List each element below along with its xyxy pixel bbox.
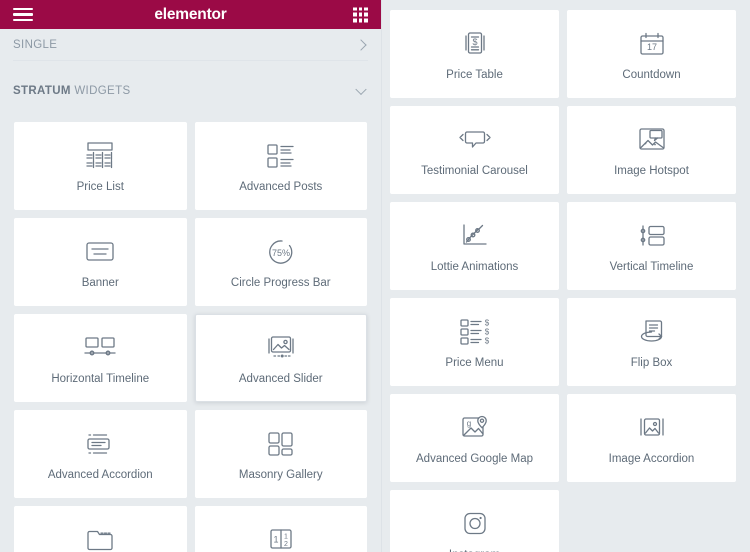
left-widget-grid: Price List Advanced Posts Banner 75% Circ… <box>0 120 381 552</box>
widget-card-image-accordion[interactable]: Image Accordion <box>567 394 736 482</box>
widget-card-advanced-google-map[interactable]: g Advanced Google Map <box>390 394 559 482</box>
widget-grid-empty-cell <box>567 490 736 552</box>
widget-card-price-table[interactable]: $ Price Table <box>390 10 559 98</box>
vertical-timeline-icon <box>636 217 668 255</box>
svg-text:2: 2 <box>284 541 288 548</box>
widget-card-label: Image Hotspot <box>614 165 689 178</box>
widget-card-advanced-slider[interactable]: Advanced Slider <box>194 314 367 402</box>
widget-card-label: Circle Progress Bar <box>230 277 331 290</box>
widget-card-instagram[interactable]: Instagram <box>390 490 559 552</box>
horizontal-timeline-icon <box>83 329 117 367</box>
widget-card-label: Banner <box>81 277 119 290</box>
masonry-gallery-icon <box>266 425 296 463</box>
counter-icon: 1 1 2 <box>266 521 296 552</box>
advanced-accordion-icon <box>84 425 116 463</box>
svg-text:$: $ <box>484 328 489 337</box>
advanced-posts-icon <box>265 137 297 175</box>
left-panel: elementor SINGLE STRATUM WIDGETS Price L… <box>0 0 381 552</box>
widget-card-label: Countdown <box>622 69 681 82</box>
widget-card-banner[interactable]: Banner <box>14 218 187 306</box>
widget-card-label: Advanced Slider <box>238 373 323 386</box>
widget-card-label: Testimonial Carousel <box>421 165 528 178</box>
countdown-icon: 17 <box>637 25 667 63</box>
widget-card-label: Price List <box>76 181 124 194</box>
svg-text:g: g <box>466 419 470 428</box>
widget-card-testimonial-carousel[interactable]: Testimonial Carousel <box>390 106 559 194</box>
lottie-icon <box>459 217 491 255</box>
sidebar-section-stratum[interactable]: STRATUM WIDGETS <box>0 75 381 106</box>
svg-text:$: $ <box>472 37 477 47</box>
sidebar-section-single-label: SINGLE <box>13 38 58 51</box>
app-topbar: elementor <box>0 0 381 29</box>
widget-card-label: Advanced Google Map <box>416 453 533 466</box>
widget-card-horizontal-timeline[interactable]: Horizontal Timeline <box>14 314 187 402</box>
widget-card-countdown[interactable]: 17 Countdown <box>567 10 736 98</box>
sidebar-section-stratum-bold: STRATUM <box>13 84 71 97</box>
widget-card-advanced-posts[interactable]: Advanced Posts <box>194 122 367 210</box>
chevron-down-icon <box>355 83 367 95</box>
svg-text:75%: 75% <box>272 248 290 258</box>
banner-icon <box>84 233 116 271</box>
widget-card-image-hotspot[interactable]: Image Hotspot <box>567 106 736 194</box>
widget-card-circle-progress-bar[interactable]: 75% Circle Progress Bar <box>194 218 367 306</box>
svg-text:17: 17 <box>646 42 656 52</box>
widget-card-price-menu[interactable]: $ $ $ Price Menu <box>390 298 559 386</box>
chevron-right-icon <box>355 38 367 51</box>
widget-card-counter[interactable]: 1 1 2Counter <box>194 506 367 552</box>
circle-progress-icon: 75% <box>264 233 298 271</box>
widget-card-advanced-tabs[interactable]: Advanced Tabs <box>14 506 187 552</box>
hamburger-icon[interactable] <box>13 7 33 22</box>
widget-card-label: Masonry Gallery <box>238 469 323 482</box>
svg-text:1: 1 <box>273 535 278 545</box>
widget-card-masonry-gallery[interactable]: Masonry Gallery <box>194 410 367 498</box>
widget-card-label: Flip Box <box>630 357 673 370</box>
testimonial-icon <box>457 121 493 159</box>
image-accordion-icon <box>636 409 668 447</box>
advanced-slider-icon <box>263 329 299 367</box>
widget-card-label: Vertical Timeline <box>609 261 694 274</box>
widget-card-label: Lottie Animations <box>430 261 519 274</box>
svg-text:$: $ <box>484 337 489 346</box>
widget-card-label: Image Accordion <box>608 453 695 466</box>
sidebar-section-stratum-rest: WIDGETS <box>70 84 131 97</box>
sidebar-section-stratum-label: STRATUM WIDGETS <box>13 85 130 97</box>
widget-card-label: Price Menu <box>445 357 504 370</box>
right-panel: $ Price Table 17 Countdown Testimonial Ca… <box>381 0 750 552</box>
widget-card-flip-box[interactable]: Flip Box <box>567 298 736 386</box>
sidebar-section-single[interactable]: SINGLE <box>0 29 381 60</box>
widget-card-advanced-accordion[interactable]: Advanced Accordion <box>14 410 187 498</box>
svg-text:1: 1 <box>284 534 288 541</box>
advanced-tabs-icon <box>84 521 116 552</box>
price-list-icon <box>83 137 117 175</box>
widget-card-price-list[interactable]: Price List <box>14 122 187 210</box>
widget-card-label: Price Table <box>446 69 503 82</box>
image-hotspot-icon <box>636 121 668 159</box>
flip-box-icon <box>636 313 668 351</box>
widget-card-vertical-timeline[interactable]: Vertical Timeline <box>567 202 736 290</box>
elementor-widget-panel: elementor SINGLE STRATUM WIDGETS Price L… <box>0 0 750 552</box>
google-map-icon: g <box>459 409 491 447</box>
instagram-icon <box>460 505 490 543</box>
svg-text:$: $ <box>484 319 489 328</box>
widget-card-label: Advanced Posts <box>239 181 323 194</box>
elementor-logo: elementor <box>154 5 227 23</box>
right-widget-grid: $ Price Table 17 Countdown Testimonial Ca… <box>382 0 750 552</box>
widget-card-label: Horizontal Timeline <box>51 373 150 386</box>
widget-card-label: Advanced Accordion <box>47 469 153 482</box>
widget-card-lottie-animations[interactable]: Lottie Animations <box>390 202 559 290</box>
price-table-icon: $ <box>458 25 492 63</box>
grid-apps-icon[interactable] <box>353 7 368 22</box>
price-menu-icon: $ $ $ <box>458 313 492 351</box>
